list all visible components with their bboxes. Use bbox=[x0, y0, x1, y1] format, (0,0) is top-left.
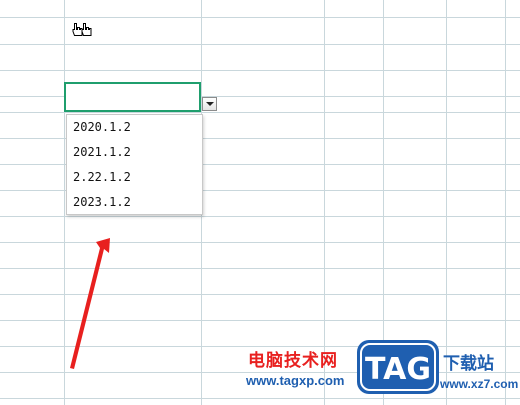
red-arrow-icon bbox=[70, 238, 110, 369]
tag-logo: TAG bbox=[357, 340, 439, 394]
watermark-site-url: www.tagxp.com bbox=[246, 373, 345, 388]
watermark-download-label: 下载站 bbox=[443, 354, 494, 374]
watermark-site-name: 电脑技术网 bbox=[248, 351, 338, 371]
svg-text:TAG: TAG bbox=[365, 352, 431, 387]
watermark-download-url: www.xz7.com bbox=[440, 377, 519, 391]
